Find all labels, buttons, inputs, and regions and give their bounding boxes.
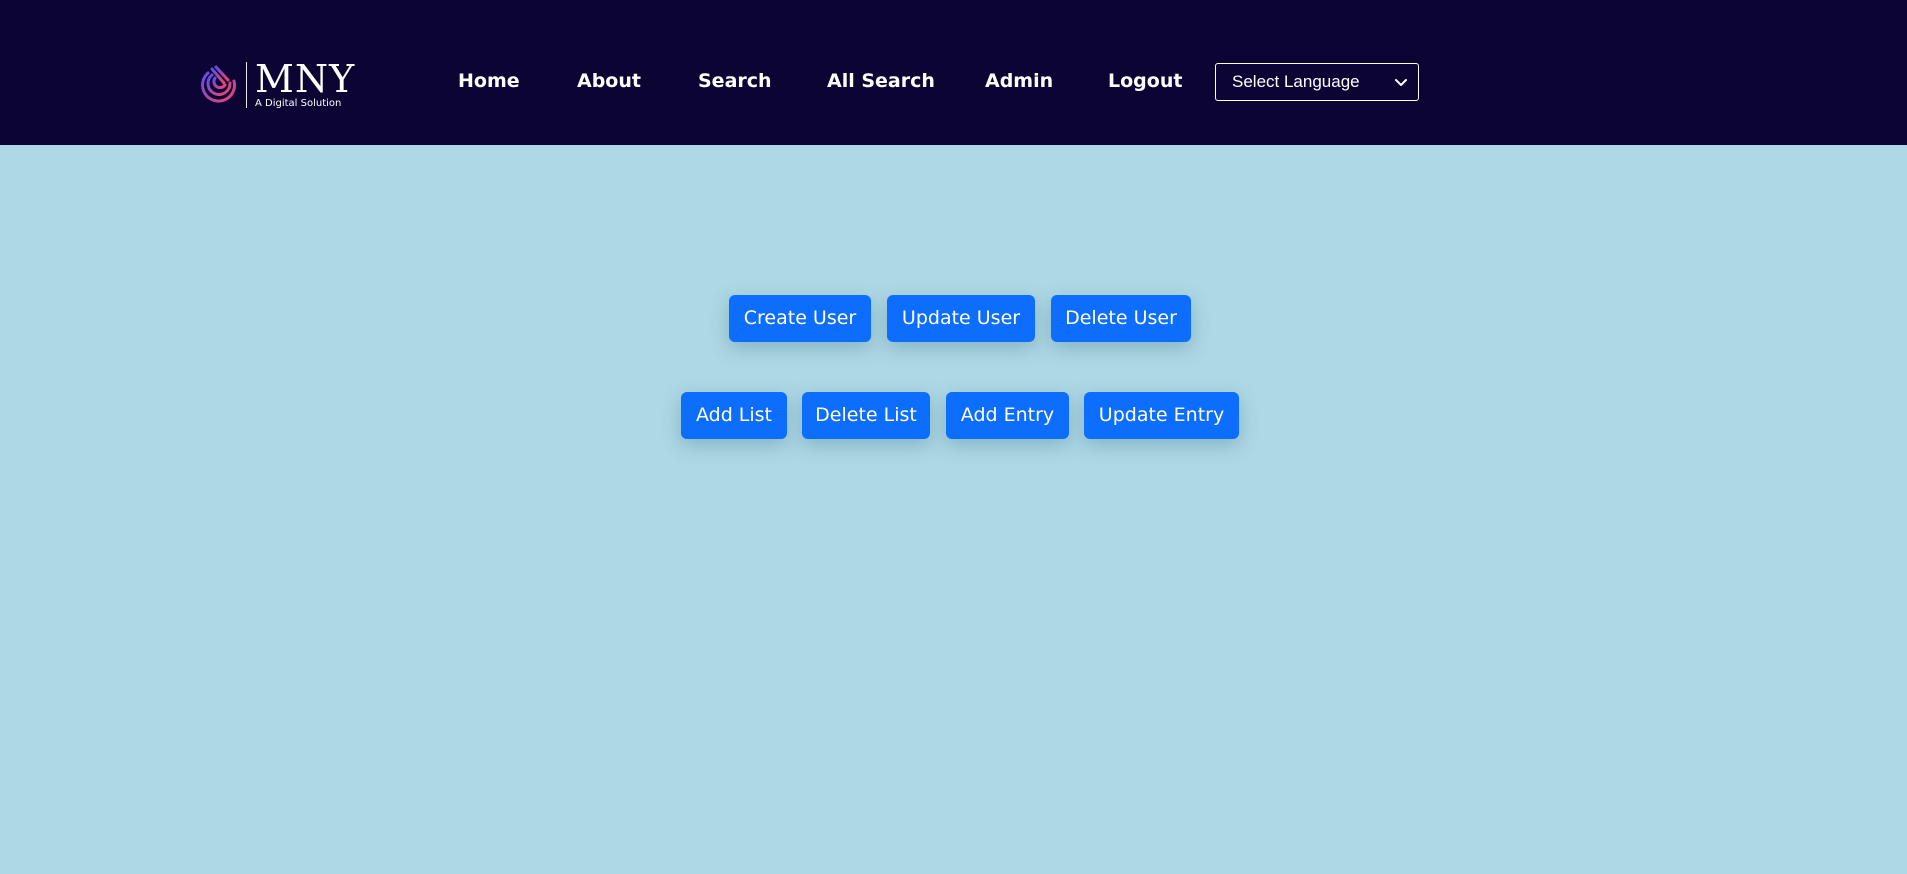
chevron-down-icon <box>1394 74 1408 88</box>
delete-list-button[interactable]: Delete List <box>802 392 930 439</box>
nav-search[interactable]: Search <box>698 68 772 94</box>
nav-logout[interactable]: Logout <box>1108 68 1182 94</box>
logo-divider <box>246 62 247 108</box>
brand-tagline: A Digital Solution <box>255 97 342 109</box>
brand-logo[interactable]: MNY A Digital Solution <box>200 60 355 110</box>
fingerprint-arc-icon <box>200 63 240 107</box>
brand-name: MNY <box>255 56 356 101</box>
nav-all-search[interactable]: All Search <box>827 68 935 94</box>
nav-about[interactable]: About <box>577 68 641 94</box>
language-select[interactable]: Select Language <box>1215 63 1419 101</box>
update-user-button[interactable]: Update User <box>887 295 1035 342</box>
add-entry-button[interactable]: Add Entry <box>946 392 1069 439</box>
update-entry-button[interactable]: Update Entry <box>1084 392 1239 439</box>
create-user-button[interactable]: Create User <box>729 295 871 342</box>
delete-user-button[interactable]: Delete User <box>1051 295 1191 342</box>
nav-admin[interactable]: Admin <box>985 68 1053 94</box>
nav-home[interactable]: Home <box>458 68 520 94</box>
brand-text: MNY A Digital Solution <box>255 56 356 110</box>
top-navbar: MNY A Digital Solution Home About Search… <box>0 0 1907 145</box>
add-list-button[interactable]: Add List <box>681 392 787 439</box>
language-select-value: Select Language <box>1232 72 1360 91</box>
